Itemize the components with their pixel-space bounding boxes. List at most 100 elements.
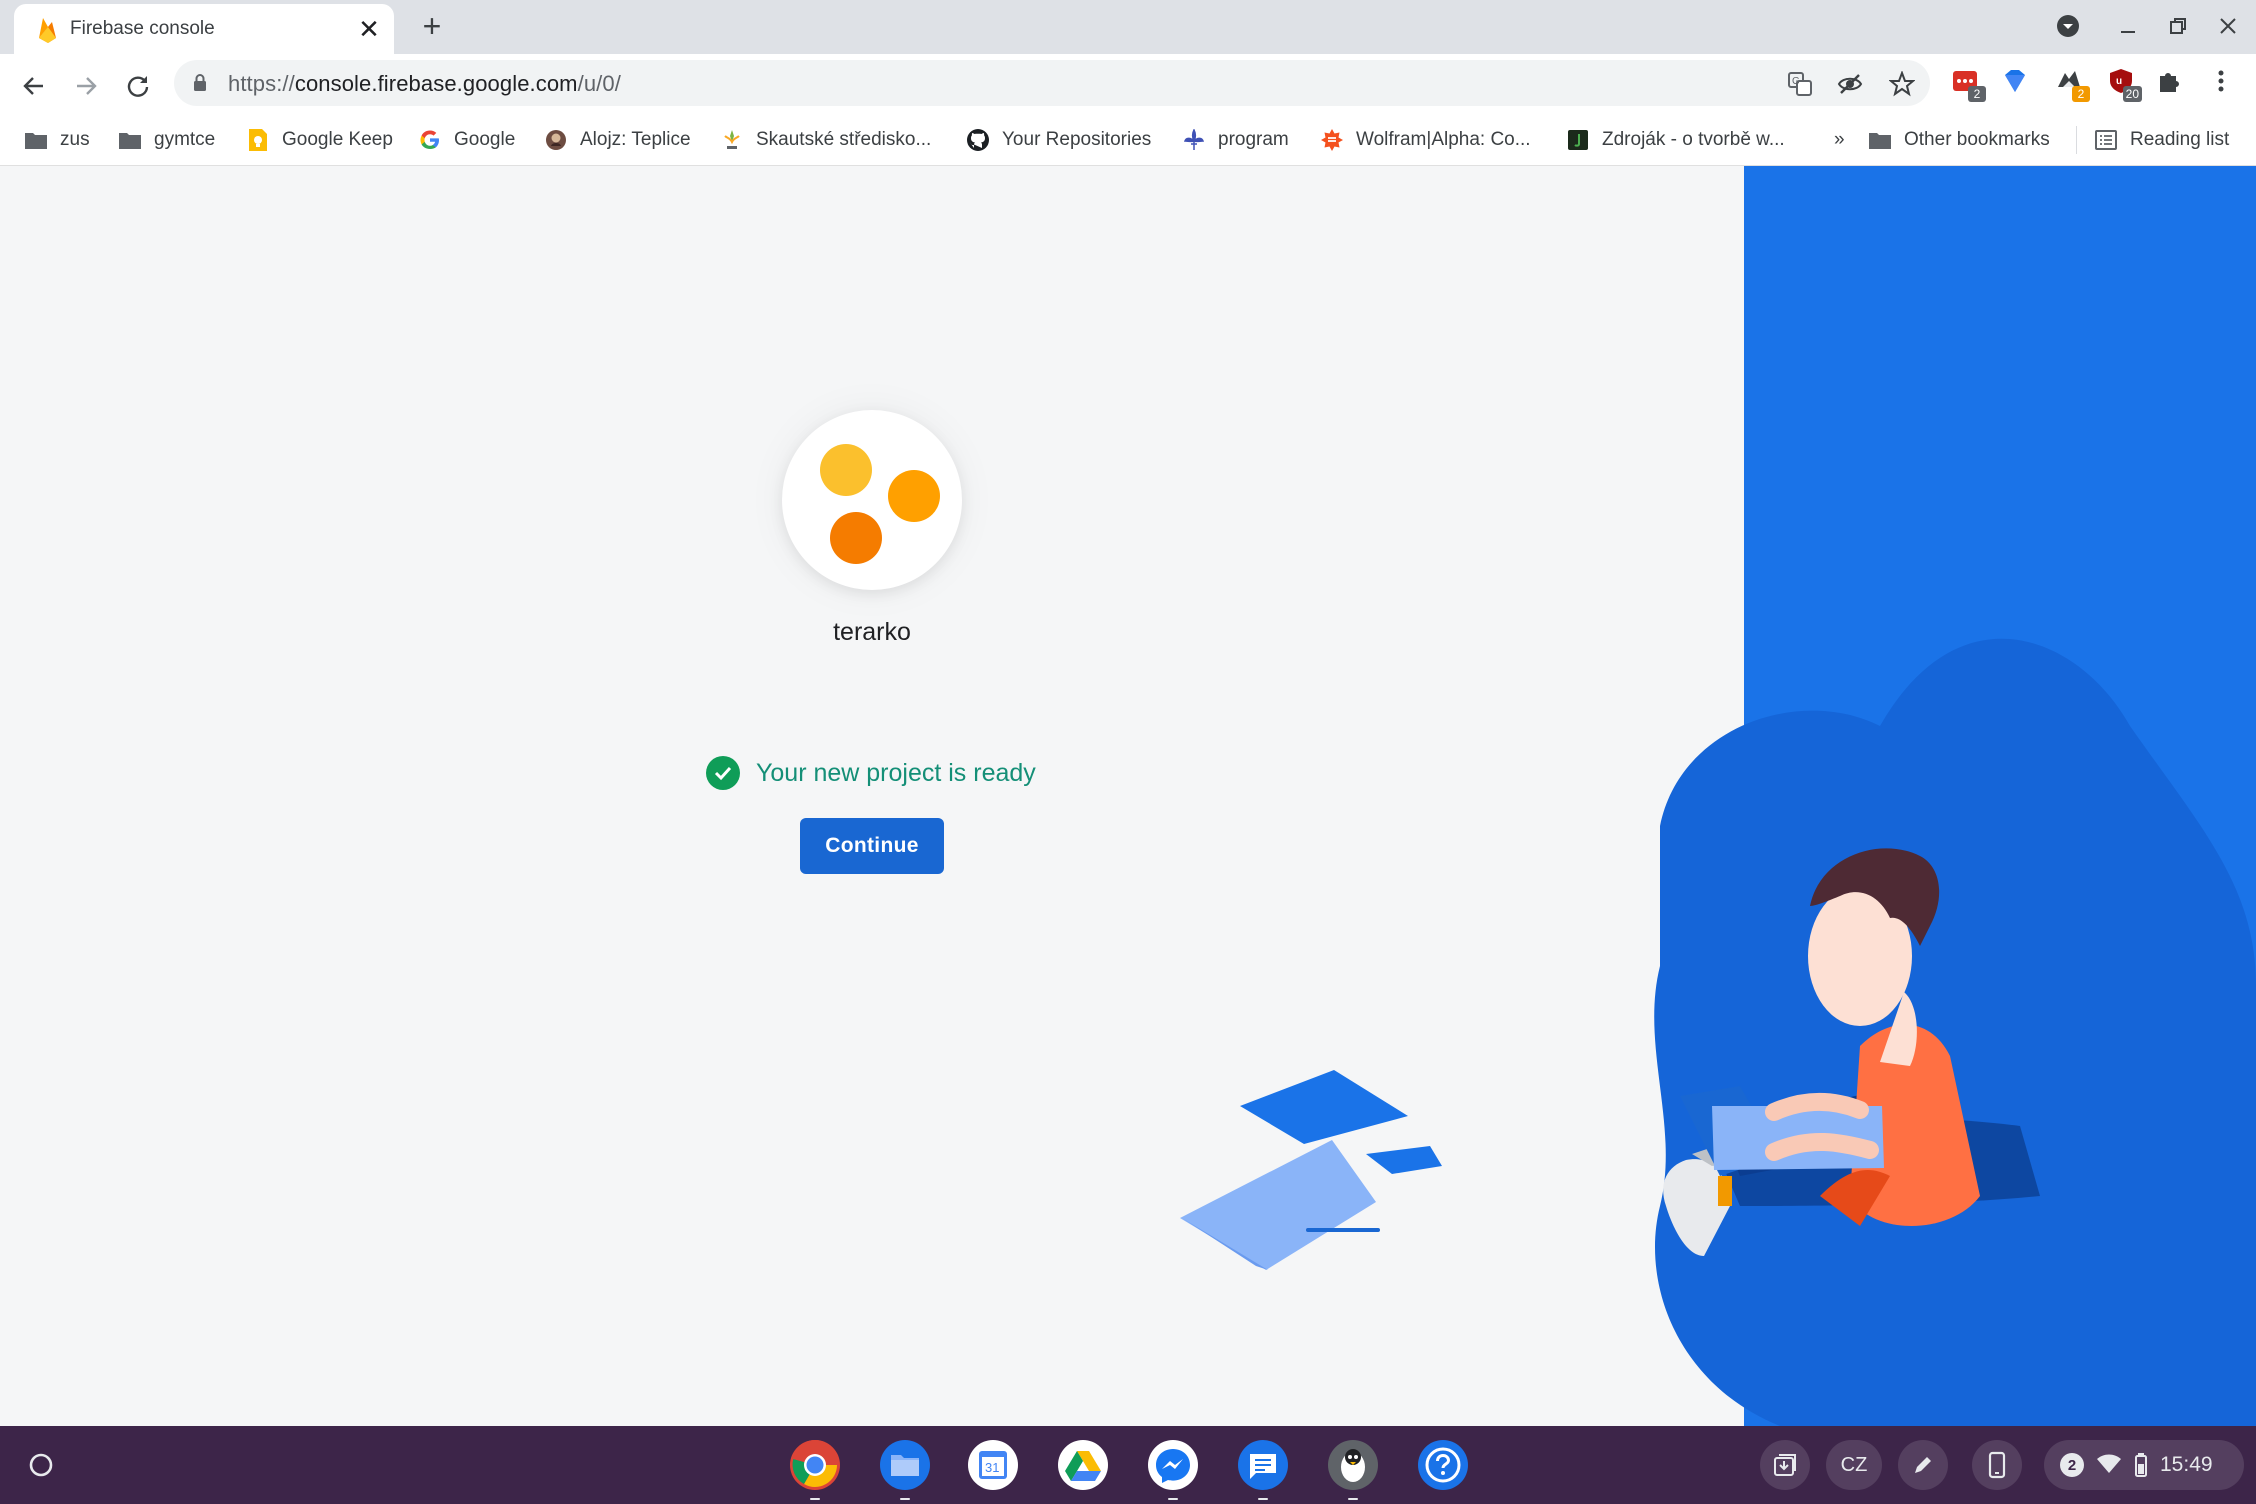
bookmark-label: Other bookmarks (1904, 129, 2050, 150)
folder-icon (1868, 128, 1892, 152)
extension-badge: 2 (1968, 86, 1986, 102)
bookmark-wolfram-alpha[interactable]: Wolfram|Alpha: Co... (1320, 124, 1531, 156)
google-icon (418, 128, 442, 152)
bookmark-star-icon[interactable] (1888, 70, 1916, 98)
overflow-chevron: » (1834, 129, 1845, 150)
bookmark-gymtce[interactable]: gymtce (118, 124, 215, 156)
svg-text:G: G (1792, 76, 1800, 87)
running-indicator (1258, 1498, 1268, 1500)
lock-icon[interactable] (192, 73, 208, 98)
running-indicator (900, 1498, 910, 1500)
tab-firebase-console[interactable]: Firebase console ✕ (14, 4, 394, 54)
holding-space-button[interactable] (1760, 1440, 1810, 1490)
battery-icon (2134, 1452, 2148, 1483)
diamond-extension-icon[interactable] (1998, 64, 2032, 98)
url-text: https://console.firebase.google.com/u/0/ (228, 71, 621, 96)
restore-icon[interactable] (2160, 10, 2196, 42)
calendar-day: 31 (985, 1460, 999, 1475)
shield-extension-icon[interactable]: u 20 (2104, 64, 2142, 102)
drive-icon[interactable] (1056, 1438, 1110, 1492)
messenger-icon[interactable] (1146, 1438, 1200, 1500)
bookmark-alojz-teplice[interactable]: Alojz: Teplice (544, 124, 691, 156)
tab-strip: Firebase console ✕ + (0, 0, 2256, 54)
calendar-icon[interactable]: 31 (966, 1438, 1020, 1492)
wolfram-icon (1320, 128, 1344, 152)
todo-extension-icon[interactable]: 2 (1948, 64, 1986, 102)
check-circle-icon (706, 756, 740, 790)
bookmark-label: Skautské středisko... (756, 129, 932, 150)
bookmark-zus[interactable]: zus (24, 124, 90, 156)
linux-icon[interactable] (1326, 1438, 1380, 1500)
ime-menu-button[interactable]: CZ (1826, 1440, 1882, 1490)
translate-icon[interactable]: G (1786, 70, 1814, 98)
svg-text:u: u (2116, 76, 2122, 87)
project-avatar (782, 410, 962, 590)
chrome-icon[interactable] (788, 1438, 842, 1500)
browser-toolbar: https://console.firebase.google.com/u/0/… (0, 54, 2256, 114)
project-name: terarko (833, 618, 911, 646)
bookmark-label: Alojz: Teplice (580, 129, 691, 150)
new-tab-button[interactable]: + (414, 8, 450, 44)
bookmark-label: program (1218, 129, 1289, 150)
keep-icon (246, 128, 270, 152)
avatar-dot-orange (830, 512, 882, 564)
bookmark-your-repositories[interactable]: Your Repositories (966, 124, 1151, 156)
zdrojak-icon (1566, 128, 1590, 152)
back-button[interactable] (14, 66, 54, 106)
forward-button[interactable] (66, 66, 106, 106)
folder-icon (118, 128, 142, 152)
phone-hub-icon[interactable] (1972, 1440, 2022, 1490)
puzzle-icon[interactable] (2152, 64, 2186, 98)
stylus-icon[interactable] (1898, 1440, 1948, 1490)
status-area[interactable]: 2 15:49 (2044, 1440, 2244, 1490)
tab-title: Firebase console (70, 18, 215, 39)
wolf-extension-icon[interactable]: 2 (2052, 64, 2090, 102)
github-icon (966, 128, 990, 152)
bookmark-label: Wolfram|Alpha: Co... (1356, 129, 1531, 150)
clock: 15:49 (2160, 1453, 2213, 1476)
ime-label: CZ (1840, 1453, 1868, 1476)
tab-search-button[interactable] (2050, 10, 2086, 42)
address-bar[interactable]: https://console.firebase.google.com/u/0/… (174, 60, 1930, 106)
bookmark-label: Your Repositories (1002, 129, 1152, 150)
bookmark-skautske-stredisko[interactable]: Skautské středisko... (720, 124, 931, 156)
bookmark-label: Zdroják - o tvorbě w... (1602, 129, 1785, 150)
messages-icon[interactable] (1236, 1438, 1290, 1500)
scout-icon (720, 128, 744, 152)
eye-off-icon[interactable] (1836, 70, 1864, 98)
bookmark-program[interactable]: program (1182, 124, 1289, 156)
reading-list-icon (2094, 128, 2118, 152)
running-indicator (810, 1498, 820, 1500)
bookmark-zdrojak[interactable]: Zdroják - o tvorbě w... (1566, 124, 1785, 156)
bookmark-label: gymtce (154, 129, 216, 150)
chromeos-shelf: 31 CZ 2 15:49 (0, 1426, 2256, 1504)
help-icon[interactable] (1416, 1438, 1470, 1492)
more-menu-icon[interactable] (2204, 64, 2238, 98)
other-bookmarks[interactable]: Other bookmarks (1868, 124, 2050, 156)
bookmark-google-keep[interactable]: Google Keep (246, 124, 393, 156)
bookmark-google[interactable]: Google (418, 124, 515, 156)
reading-list[interactable]: Reading list (2094, 124, 2229, 156)
launcher-button[interactable] (20, 1444, 62, 1486)
fleur-icon (1182, 128, 1206, 152)
firebase-page: terarko Your new project is ready Contin… (0, 166, 2256, 1426)
bookmark-label: zus (60, 129, 90, 150)
bookmarks-divider (2076, 126, 2077, 154)
reload-button[interactable] (118, 66, 158, 106)
minimize-icon[interactable] (2110, 10, 2146, 42)
avatar-dot-yellow (820, 444, 872, 496)
wifi-icon (2096, 1453, 2122, 1480)
firebase-icon (36, 16, 62, 44)
bookmarks-bar: zus gymtce Google Keep Google Alojz: Tep… (0, 114, 2256, 166)
running-indicator (1348, 1498, 1358, 1500)
bookmark-label: Google (454, 129, 516, 150)
ready-message: Your new project is ready (756, 758, 1036, 787)
running-indicator (1168, 1498, 1178, 1500)
close-window-icon[interactable] (2210, 10, 2246, 42)
files-icon[interactable] (878, 1438, 932, 1500)
continue-button[interactable]: Continue (800, 818, 944, 874)
avatar-dot-amber (888, 470, 940, 522)
bookmark-label: Google Keep (282, 129, 393, 150)
bookmarks-overflow-button[interactable]: » (1834, 124, 1845, 156)
close-tab-icon[interactable]: ✕ (354, 14, 384, 44)
